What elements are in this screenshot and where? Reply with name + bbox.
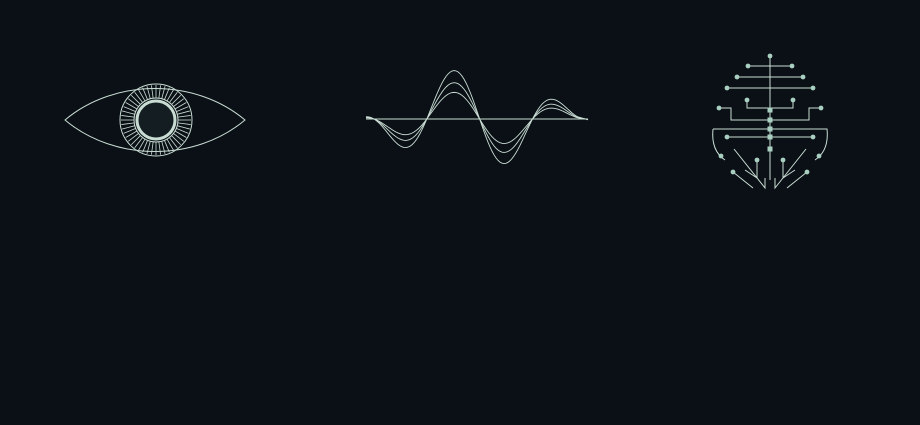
iris-ray [122,110,135,115]
circuit-junction [767,126,773,132]
circuit-node [810,134,816,140]
iris-ray [130,94,141,105]
iris-ray [158,141,161,155]
circuit-node [804,169,810,175]
circuit-node [745,63,751,69]
iris-ray [171,94,182,105]
iris-ray [130,135,141,146]
wave-line [365,82,589,153]
iris-ray [121,115,135,118]
circuit-node [818,105,824,111]
iris-ray [134,91,143,103]
iris-ray [151,141,154,155]
circuit-junction [767,117,773,123]
circuit-node [789,63,795,69]
pupil [135,99,177,141]
iris-ray [146,141,151,154]
circuit-node [816,153,822,159]
iris-ray [127,133,139,142]
circuit-junction [767,107,773,113]
iris-ray [158,85,161,99]
iris-ray [134,137,143,149]
circuit-node [810,85,816,91]
iris-ray [169,137,178,149]
wave-lines [365,70,589,165]
iris-ray [121,122,135,125]
iris-ray [173,133,185,142]
icon-strip [0,0,920,425]
circuit-node [800,74,806,80]
iris-ray [177,110,190,115]
iris-ray [169,91,178,103]
circuit-node [734,74,740,80]
sine-wave-icon [365,70,589,165]
iris-ray [161,141,166,154]
circuit-node [716,105,722,111]
iris-ray [173,98,185,107]
circuit-brain-icon [712,53,828,190]
eye-icon [64,83,246,157]
circuit-node [790,97,796,103]
wave-line [365,70,589,165]
iris-ray [161,86,166,99]
circuit-node [718,153,724,159]
iris-ray [171,135,182,146]
iris-ray [177,125,190,130]
circuit-node [730,169,736,175]
circuit-junction [767,146,773,152]
circuit-node [754,157,760,163]
iris-ray [146,86,151,99]
iris-ray [122,125,135,130]
iris-ray [127,98,139,107]
circuit-node [724,85,730,91]
iris-ray [151,85,154,99]
circuit-node [767,53,773,59]
circuit-node [744,97,750,103]
circuit-junction [767,134,773,140]
circuit-node [724,134,730,140]
iris-ray [177,122,191,125]
iris-ray [177,115,191,118]
circuit-node [780,157,786,163]
